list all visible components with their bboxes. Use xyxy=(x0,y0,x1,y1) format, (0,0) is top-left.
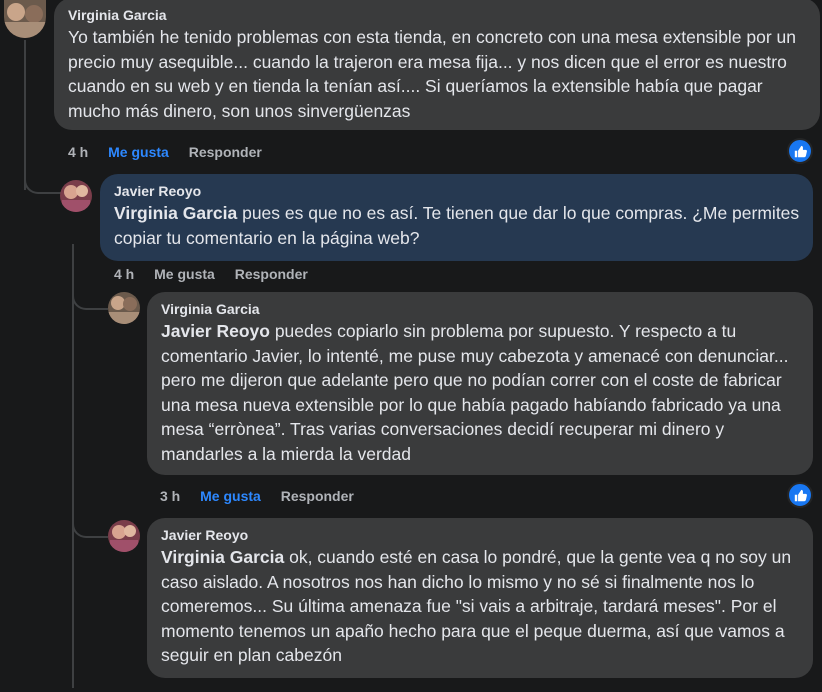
thread-curve-reply-2 xyxy=(72,290,108,310)
comment-time[interactable]: 4 h xyxy=(114,265,134,283)
comment-text: Javier Reoyo puedes copiarlo sin problem… xyxy=(161,319,801,466)
like-button[interactable]: Me gusta xyxy=(154,265,215,283)
avatar[interactable] xyxy=(60,180,92,212)
comment-actions: 4 h Me gusta Responder xyxy=(114,265,324,283)
comment-thread: Virginia Garcia Yo también he tenido pro… xyxy=(0,0,822,692)
comment-actions: 4 h Me gusta Responder xyxy=(68,143,278,161)
like-thumb-icon xyxy=(794,145,807,157)
avatar[interactable] xyxy=(108,520,140,552)
comment-actions: 3 h Me gusta Responder xyxy=(160,487,370,505)
like-button[interactable]: Me gusta xyxy=(200,487,261,505)
avatar-photo-icon xyxy=(4,0,46,38)
thread-curve-reply-1 xyxy=(24,174,62,194)
mention-link[interactable]: Virginia Garcia xyxy=(114,203,237,223)
comment-text: Virginia Garcia ok, cuando esté en casa … xyxy=(161,545,801,668)
comment-bubble: Virginia Garcia Yo también he tenido pro… xyxy=(54,0,820,130)
like-button[interactable]: Me gusta xyxy=(108,143,169,161)
avatar-photo-icon xyxy=(108,520,140,552)
avatar[interactable] xyxy=(4,0,46,38)
comment-author[interactable]: Javier Reoyo xyxy=(114,182,801,200)
reply-button[interactable]: Responder xyxy=(189,143,262,161)
comment-bubble: Javier Reoyo Virginia Garcia ok, cuando … xyxy=(147,518,813,678)
avatar[interactable] xyxy=(108,292,140,324)
avatar-photo-icon xyxy=(108,292,140,324)
reply-button[interactable]: Responder xyxy=(281,487,354,505)
comment-time[interactable]: 3 h xyxy=(160,487,180,505)
comment-author[interactable]: Virginia Garcia xyxy=(161,300,801,318)
like-reaction-badge[interactable] xyxy=(787,482,813,508)
comment-time[interactable]: 4 h xyxy=(68,143,88,161)
comment-text: Yo también he tenido problemas con esta … xyxy=(68,27,797,121)
like-thumb-icon xyxy=(794,489,807,501)
comment-bubble: Javier Reoyo Virginia Garcia pues es que… xyxy=(100,174,813,261)
like-reaction-badge[interactable] xyxy=(787,138,813,164)
reply-button[interactable]: Responder xyxy=(235,265,308,283)
mention-link[interactable]: Virginia Garcia xyxy=(161,547,284,567)
thread-line-main xyxy=(24,40,26,190)
thread-line-reply-1 xyxy=(72,244,74,688)
thread-curve-reply-3 xyxy=(72,518,108,538)
comment-bubble: Virginia Garcia Javier Reoyo puedes copi… xyxy=(147,292,813,475)
comment-body: puedes copiarlo sin problema por supuest… xyxy=(161,321,789,464)
avatar-photo-icon xyxy=(60,180,92,212)
mention-link[interactable]: Javier Reoyo xyxy=(161,321,270,341)
comment-author[interactable]: Javier Reoyo xyxy=(161,526,801,544)
comment-author[interactable]: Virginia Garcia xyxy=(68,6,808,24)
comment-text: Virginia Garcia pues es que no es así. T… xyxy=(114,201,801,250)
